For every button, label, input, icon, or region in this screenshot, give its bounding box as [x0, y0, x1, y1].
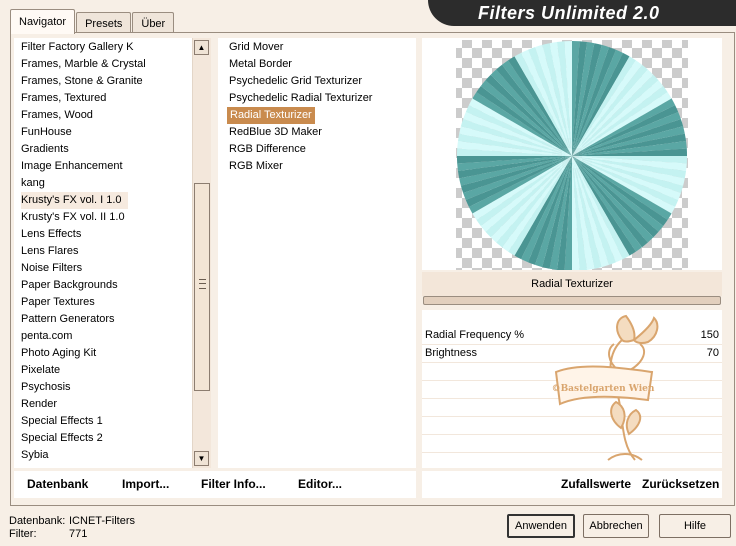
category-item[interactable]: Frames, Textured — [21, 90, 106, 107]
datenbank-value: ICNET-Filters — [69, 515, 135, 527]
filter-item[interactable]: RGB Mixer — [229, 158, 283, 175]
zuruecksetzen-button[interactable]: Zurücksetzen — [642, 477, 719, 491]
filter-list[interactable]: Grid Mover Metal Border Psychedelic Grid T… — [218, 38, 416, 468]
category-item[interactable]: Frames, Wood — [21, 107, 93, 124]
category-item[interactable]: kang — [21, 175, 45, 192]
filter-item[interactable]: Psychedelic Grid Texturizer — [229, 73, 362, 90]
watermark-logo: ©Bastelgarten Wien — [552, 314, 659, 461]
scroll-thumb[interactable] — [194, 183, 210, 391]
filter-count-value: 771 — [69, 528, 88, 540]
tab-presets[interactable]: Presets — [76, 12, 132, 34]
watermark-text: ©Bastelgarten Wien — [552, 384, 655, 394]
right-action-bar: Zufallswerte Zurücksetzen — [422, 471, 722, 498]
category-item[interactable]: Special Effects 2 — [21, 430, 103, 447]
cancel-button[interactable]: Abbrechen — [583, 514, 649, 538]
grip-icon — [199, 279, 206, 289]
category-item[interactable]: Filter Factory Gallery K — [21, 39, 133, 56]
category-item[interactable]: Sybia — [21, 447, 49, 464]
scroll-up-button[interactable]: ▲ — [194, 40, 209, 55]
tab-bar: Navigator Presets Über — [10, 9, 175, 34]
category-item[interactable]: Paper Backgrounds — [21, 277, 118, 294]
category-item[interactable]: Krusty's FX vol. II 1.0 — [21, 209, 125, 226]
category-item[interactable]: Krusty's FX vol. I 1.0 — [21, 192, 128, 209]
category-item[interactable]: Pixelate — [21, 362, 60, 379]
help-button[interactable]: Hilfe — [659, 514, 731, 538]
datenbank-label: Datenbank: — [9, 515, 66, 527]
zufallswerte-button[interactable]: Zufallswerte — [561, 477, 631, 491]
tab-uber[interactable]: Über — [132, 12, 175, 34]
datenbank-button[interactable]: Datenbank — [27, 477, 88, 491]
app-title: Filters Unlimited 2.0 — [478, 3, 660, 23]
filter-item[interactable]: Psychedelic Radial Texturizer — [229, 90, 372, 107]
filter-info-button[interactable]: Filter Info... — [201, 477, 266, 491]
preview-filter-name: Radial Texturizer — [422, 272, 722, 296]
category-list[interactable]: Filter Factory Gallery K Frames, Marble &… — [14, 38, 210, 468]
radial-texture-wheel — [456, 40, 688, 272]
scroll-down-button[interactable]: ▼ — [194, 451, 209, 466]
control-slider[interactable] — [423, 296, 721, 305]
filter-item[interactable]: RGB Difference — [229, 141, 306, 158]
import-button[interactable]: Import... — [122, 477, 169, 491]
category-item[interactable]: Photo Aging Kit — [21, 345, 96, 362]
filter-count-label: Filter: — [9, 528, 37, 540]
category-item[interactable]: Lens Effects — [21, 226, 81, 243]
category-item[interactable]: Paper Textures — [21, 294, 95, 311]
category-item[interactable]: Pattern Generators — [21, 311, 115, 328]
filter-item-selected[interactable]: Radial Texturizer — [227, 107, 315, 124]
tab-navigator[interactable]: Navigator — [10, 9, 76, 34]
preview-image — [456, 40, 688, 272]
category-item[interactable]: Special Effects 1 — [21, 413, 103, 430]
parameter-list: Radial Frequency % 150 Brightness 70 ©Ba… — [422, 310, 722, 468]
apply-button[interactable]: Anwenden — [507, 514, 575, 538]
category-scrollbar[interactable]: ▲ ▼ — [192, 38, 211, 468]
title-banner: Filters Unlimited 2.0 — [428, 0, 736, 26]
editor-button[interactable]: Editor... — [298, 477, 342, 491]
preview-area — [422, 38, 722, 272]
left-action-bar: Datenbank Import... Filter Info... Edito… — [14, 471, 416, 498]
filter-item[interactable]: Grid Mover — [229, 39, 283, 56]
category-item[interactable]: Image Enhancement — [21, 158, 123, 175]
category-item[interactable]: Gradients — [21, 141, 69, 158]
category-item[interactable]: Frames, Stone & Granite — [21, 73, 143, 90]
category-item[interactable]: FunHouse — [21, 124, 72, 141]
database-info: Datenbank: ICNET-Filters Filter: 771 — [9, 515, 135, 541]
filter-item[interactable]: RedBlue 3D Maker — [229, 124, 322, 141]
category-item[interactable]: Frames, Marble & Crystal — [21, 56, 146, 73]
filter-item[interactable]: Metal Border — [229, 56, 292, 73]
category-item[interactable]: penta.com — [21, 328, 72, 345]
category-item[interactable]: Lens Flares — [21, 243, 78, 260]
category-item[interactable]: Render — [21, 396, 57, 413]
category-item[interactable]: Noise Filters — [21, 260, 82, 277]
category-item[interactable]: Psychosis — [21, 379, 71, 396]
